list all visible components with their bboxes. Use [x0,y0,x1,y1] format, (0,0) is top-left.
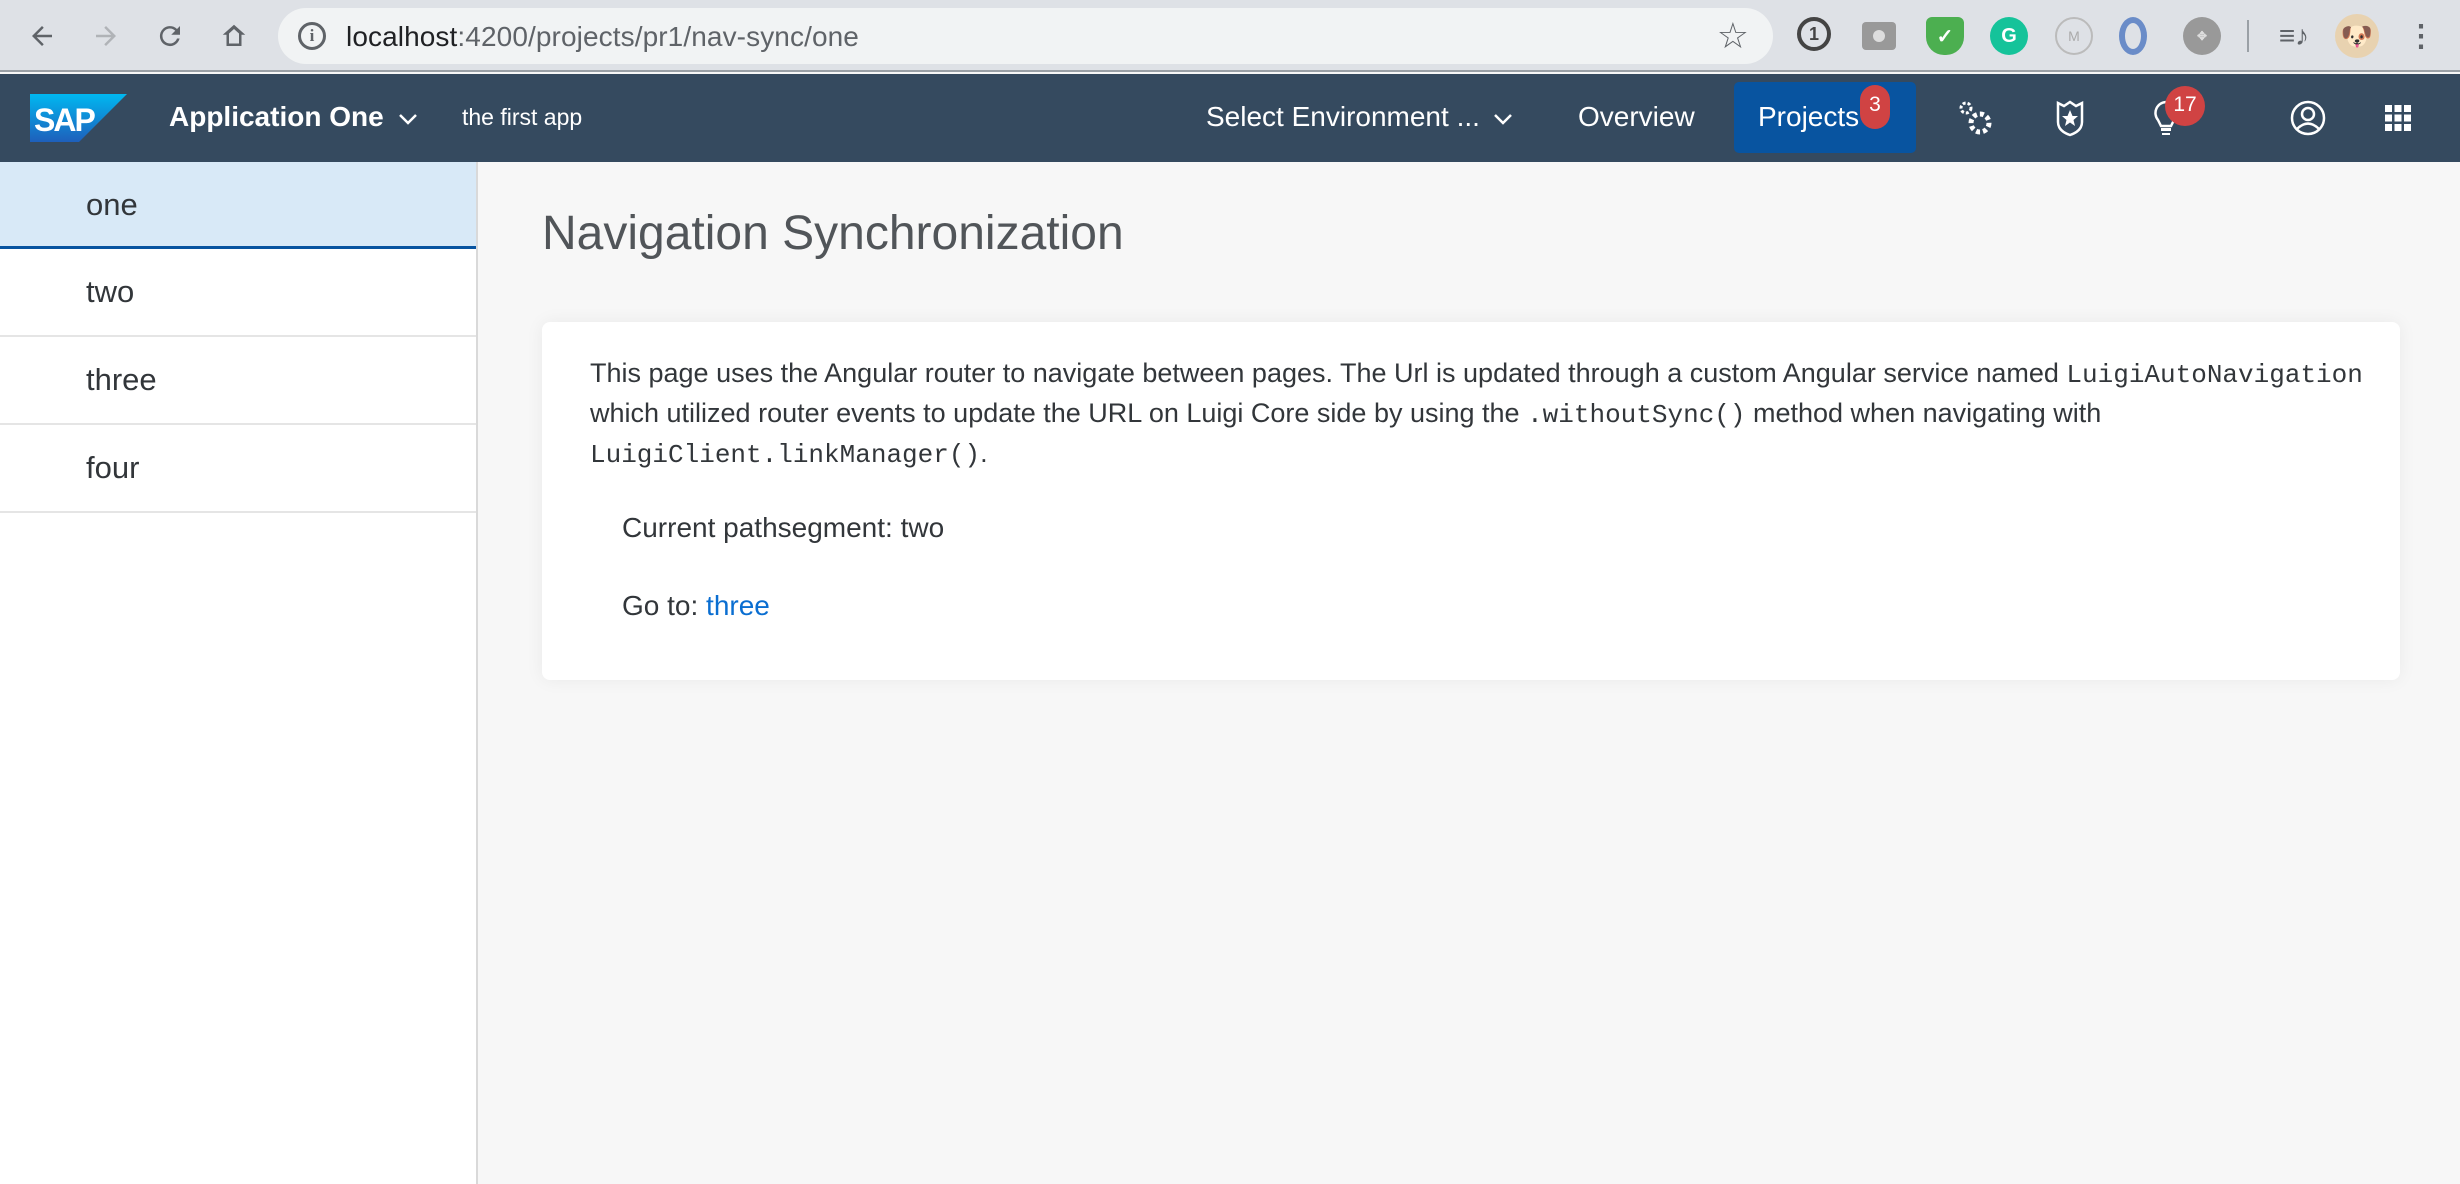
leftnav-item-label: two [86,274,135,309]
nav-projects-label: Projects [1758,101,1860,132]
adguard-shield-icon[interactable]: ✓ [1926,17,1964,55]
current-pathsegment: Current pathsegment: two [622,512,945,543]
goto-three-link[interactable]: three [706,590,770,621]
goto-label: Go to: [622,590,707,621]
leftnav-item-two[interactable]: two [0,249,476,337]
leftnav-item-label: three [86,362,157,397]
goto-row: Go to: three [622,590,770,622]
user-profile-icon[interactable] [2288,98,2328,138]
sap-logo[interactable]: SAP [30,94,127,142]
nav-overview[interactable]: Overview [1578,101,1695,133]
media-playlist-icon[interactable]: ≡♪ [2275,17,2313,55]
code-without-sync: .withoutSync() [1527,400,1746,430]
leftnav-item-three[interactable]: three [0,337,476,425]
toolbar-divider [2247,20,2249,52]
leftnav-item-label: one [86,187,138,222]
left-navigation: one two three four [0,162,478,1184]
app-subtitle: the first app [462,104,583,130]
browser-menu-icon[interactable]: ⋮ [2402,17,2440,55]
content-card: This page uses the Angular router to nav… [542,322,2400,680]
leftnav-item-one[interactable]: one [0,162,476,249]
site-info-icon[interactable]: i [298,22,326,50]
settings-gears-icon[interactable] [1956,98,1996,138]
environment-select[interactable]: Select Environment ... [1206,101,1480,133]
notifications-badge: 17 [2165,86,2205,126]
police-badge-icon[interactable] [2050,98,2090,138]
ring-extension-icon[interactable] [2119,17,2147,55]
nav-projects[interactable]: Projects 3 [1734,82,1916,153]
app-grid-icon[interactable] [2378,98,2418,138]
shellbar: SAP Application One the first app Select… [0,74,2460,162]
code-link-manager: LuigiClient.linkManager() [590,440,981,470]
home-icon[interactable] [212,14,256,58]
bookmark-star-icon[interactable]: ☆ [1717,16,1749,56]
page-title: Navigation Synchronization [542,207,1124,260]
leftnav-item-four[interactable]: four [0,425,476,513]
address-bar[interactable]: i localhost:4200/projects/pr1/nav-sync/o… [278,8,1773,64]
browser-toolbar: i localhost:4200/projects/pr1/nav-sync/o… [0,0,2460,72]
chevron-down-icon[interactable] [397,108,419,130]
reload-icon[interactable] [148,14,192,58]
back-arrow-icon[interactable] [20,14,64,58]
1password-icon[interactable]: 1 [1797,17,1831,51]
camera-icon[interactable] [1862,22,1896,50]
svg-text:SAP: SAP [34,102,95,138]
profile-avatar-icon[interactable]: 🐶 [2335,14,2379,58]
projects-badge: 3 [1860,85,1890,129]
url-text[interactable]: localhost:4200/projects/pr1/nav-sync/one [346,21,859,53]
product-menu-title[interactable]: Application One [169,101,384,133]
code-luigi-auto-navigation: LuigiAutoNavigation [2066,360,2363,390]
leftnav-item-label: four [86,450,140,485]
chevron-down-icon[interactable] [1492,108,1514,130]
description-paragraph: This page uses the Angular router to nav… [590,358,2363,470]
m-extension-icon[interactable]: M [2055,17,2093,55]
dpad-extension-icon[interactable]: ✥ [2183,17,2221,55]
grammarly-icon[interactable]: G [1990,17,2028,55]
forward-arrow-icon[interactable] [84,14,128,58]
